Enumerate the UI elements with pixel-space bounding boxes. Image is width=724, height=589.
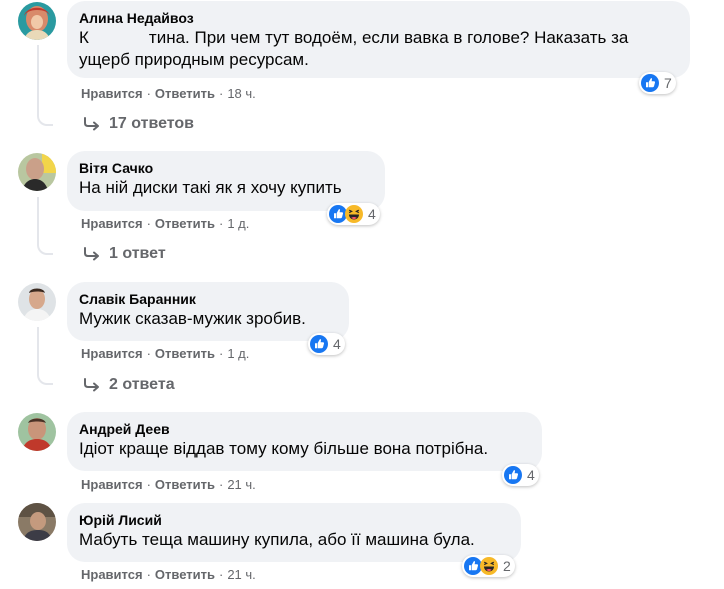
comment-time[interactable]: 1 д. <box>227 216 249 231</box>
reply-arrow-icon <box>83 378 101 392</box>
reaction-summary[interactable]: 4 <box>502 464 539 486</box>
like-button[interactable]: Нравится <box>81 216 143 231</box>
avatar-image <box>18 503 56 541</box>
comment-author[interactable]: Вітя Сачко <box>79 159 373 177</box>
comment-time[interactable]: 21 ч. <box>227 567 255 582</box>
like-button[interactable]: Нравится <box>81 477 143 492</box>
thread-curve <box>37 369 53 385</box>
view-replies-link[interactable]: 17 ответов <box>83 115 194 133</box>
comment-text: На ній диски такі як я хочу купить <box>79 178 342 197</box>
reaction-summary[interactable]: 4 <box>327 203 380 225</box>
reply-button[interactable]: Ответить <box>155 86 215 101</box>
reaction-summary[interactable]: 2 <box>462 555 515 577</box>
reply-button[interactable]: Ответить <box>155 216 215 231</box>
comment-actions: Нравится · Ответить · 21 ч. <box>81 567 256 582</box>
comment-bubble: Вітя Сачко На ній диски такі як я хочу к… <box>67 151 385 211</box>
avatar[interactable] <box>18 413 56 451</box>
thread-curve <box>37 239 53 255</box>
avatar-image <box>18 153 56 191</box>
view-replies-link[interactable]: 1 ответ <box>83 245 166 263</box>
comment-author[interactable]: Юрій Лисий <box>79 511 509 529</box>
comment-author[interactable]: Алина Недайвоз <box>79 9 678 27</box>
avatar-image <box>18 283 56 321</box>
reply-button[interactable]: Ответить <box>155 567 215 582</box>
reaction-summary[interactable]: 7 <box>639 72 676 94</box>
like-button[interactable]: Нравится <box>81 86 143 101</box>
like-icon <box>310 335 328 353</box>
replies-count-label: 2 ответа <box>109 376 175 393</box>
view-replies-link[interactable]: 2 ответа <box>83 376 175 394</box>
comment-time[interactable]: 21 ч. <box>227 477 255 492</box>
avatar[interactable] <box>18 503 56 541</box>
reaction-count: 7 <box>664 75 672 91</box>
redacted-word <box>88 29 149 48</box>
avatar[interactable] <box>18 2 56 40</box>
comment-time[interactable]: 18 ч. <box>227 86 255 101</box>
like-icon <box>504 466 522 484</box>
comment-text-line2: ущерб природным ресурсам. <box>79 50 309 69</box>
reaction-count: 4 <box>527 467 535 483</box>
reply-arrow-icon <box>83 247 101 261</box>
avatar-image <box>18 2 56 40</box>
like-button[interactable]: Нравится <box>81 567 143 582</box>
comment-text-rest: тина. При чем тут водоём, если вавка в г… <box>148 28 629 47</box>
comment-actions: Нравится · Ответить · 18 ч. <box>81 86 256 101</box>
comment-text-start: К <box>79 28 89 47</box>
comment-actions: Нравится · Ответить · 1 д. <box>81 346 250 361</box>
avatar[interactable] <box>18 153 56 191</box>
thread-line <box>37 197 39 244</box>
comment-text: Мужик сказав-мужик зробив. <box>79 309 306 328</box>
comment-actions: Нравится · Ответить · 21 ч. <box>81 477 256 492</box>
comment-time[interactable]: 1 д. <box>227 346 249 361</box>
avatar[interactable] <box>18 283 56 321</box>
comment-author[interactable]: Славік Баранник <box>79 290 337 308</box>
comment-text: Ктина. При чем тут водоём, если вавка в … <box>79 27 678 49</box>
like-button[interactable]: Нравится <box>81 346 143 361</box>
reaction-count: 4 <box>368 206 376 222</box>
comment-bubble: Юрій Лисий Мабуть теща машину купила, аб… <box>67 503 521 562</box>
comment-text: Ідіот краще віддав тому кому більше вона… <box>79 439 489 458</box>
reply-arrow-icon <box>83 117 101 131</box>
reaction-count: 2 <box>503 558 511 574</box>
comment-bubble: Славік Баранник Мужик сказав-мужик зроби… <box>67 282 349 341</box>
comment-text: Мабуть теща машину купила, або її машина… <box>79 530 475 549</box>
comment-actions: Нравится · Ответить · 1 д. <box>81 216 250 231</box>
comment-bubble: Алина Недайвоз Ктина. При чем тут водоём… <box>67 1 690 78</box>
like-icon <box>641 74 659 92</box>
avatar-image <box>18 413 56 451</box>
thread-line <box>37 45 39 115</box>
haha-icon <box>480 557 498 575</box>
comment-author[interactable]: Андрей Деев <box>79 420 530 438</box>
thread-line <box>37 327 39 374</box>
replies-count-label: 1 ответ <box>109 245 166 262</box>
reaction-summary[interactable]: 4 <box>308 333 345 355</box>
reply-button[interactable]: Ответить <box>155 346 215 361</box>
comment-bubble: Андрей Деев Ідіот краще віддав тому кому… <box>67 412 542 471</box>
haha-icon <box>345 205 363 223</box>
thread-curve <box>37 110 53 126</box>
replies-count-label: 17 ответов <box>109 115 194 132</box>
reaction-count: 4 <box>333 336 341 352</box>
reply-button[interactable]: Ответить <box>155 477 215 492</box>
